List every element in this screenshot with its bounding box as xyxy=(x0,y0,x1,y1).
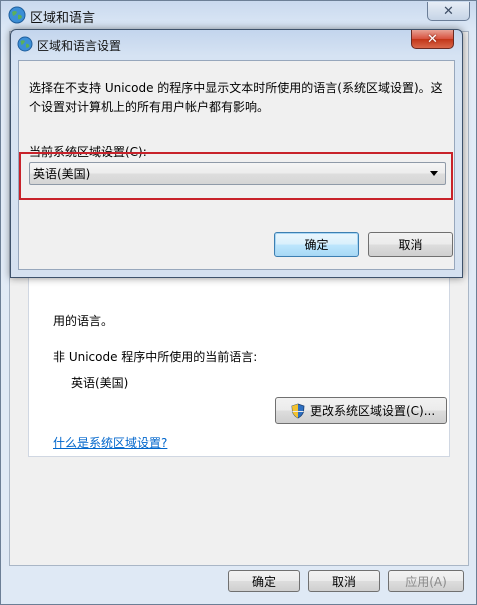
outer-cancel-button[interactable]: 取消 xyxy=(308,570,380,592)
globe-icon xyxy=(8,6,26,24)
dialog-cancel-button[interactable]: 取消 xyxy=(368,232,453,257)
outer-ok-label: 确定 xyxy=(251,574,276,589)
what-is-system-locale-link[interactable]: 什么是系统区域设置? xyxy=(53,434,167,451)
dropdown-arrow-icon xyxy=(430,171,438,176)
outer-apply-button[interactable]: 应用(A) xyxy=(388,570,464,592)
current-language-value: 英语(美国) xyxy=(71,376,129,390)
dialog-ok-label: 确定 xyxy=(304,238,329,252)
shield-icon xyxy=(291,403,305,418)
outer-apply-label: 应用(A) xyxy=(405,574,447,589)
outer-titlebar[interactable]: 区域和语言 ✕ xyxy=(1,1,476,29)
change-system-locale-button[interactable]: 更改系统区域设置(C)... xyxy=(275,397,447,424)
outer-cancel-label: 取消 xyxy=(331,574,356,589)
outer-ok-button[interactable]: 确定 xyxy=(228,570,300,592)
outer-close-button[interactable]: ✕ xyxy=(427,2,470,21)
globe-icon xyxy=(17,36,33,52)
region-language-settings-dialog: 区域和语言设置 ✕ 选择在不支持 Unicode 的程序中显示文本时所使用的语言… xyxy=(10,29,463,278)
current-language-label: 非 Unicode 程序中所使用的当前语言: xyxy=(53,350,258,364)
dialog-ok-button[interactable]: 确定 xyxy=(274,232,359,257)
dialog-cancel-label: 取消 xyxy=(398,238,423,252)
dialog-client-area: 选择在不支持 Unicode 的程序中显示文本时所使用的语言(系统区域设置)。这… xyxy=(18,60,455,270)
dialog-description: 选择在不支持 Unicode 的程序中显示文本时所使用的语言(系统区域设置)。这… xyxy=(29,81,443,114)
system-locale-dropdown[interactable]: 英语(美国) xyxy=(29,162,446,185)
system-locale-selected: 英语(美国) xyxy=(33,167,91,181)
panel-partial-text: 用的语言。 xyxy=(53,314,114,328)
close-icon: ✕ xyxy=(427,31,438,47)
dialog-close-button[interactable]: ✕ xyxy=(411,30,454,49)
change-locale-label: 更改系统区域设置(C)... xyxy=(310,404,436,418)
close-icon: ✕ xyxy=(443,3,454,19)
dialog-title: 区域和语言设置 xyxy=(37,39,122,53)
outer-window-title: 区域和语言 xyxy=(30,11,96,26)
